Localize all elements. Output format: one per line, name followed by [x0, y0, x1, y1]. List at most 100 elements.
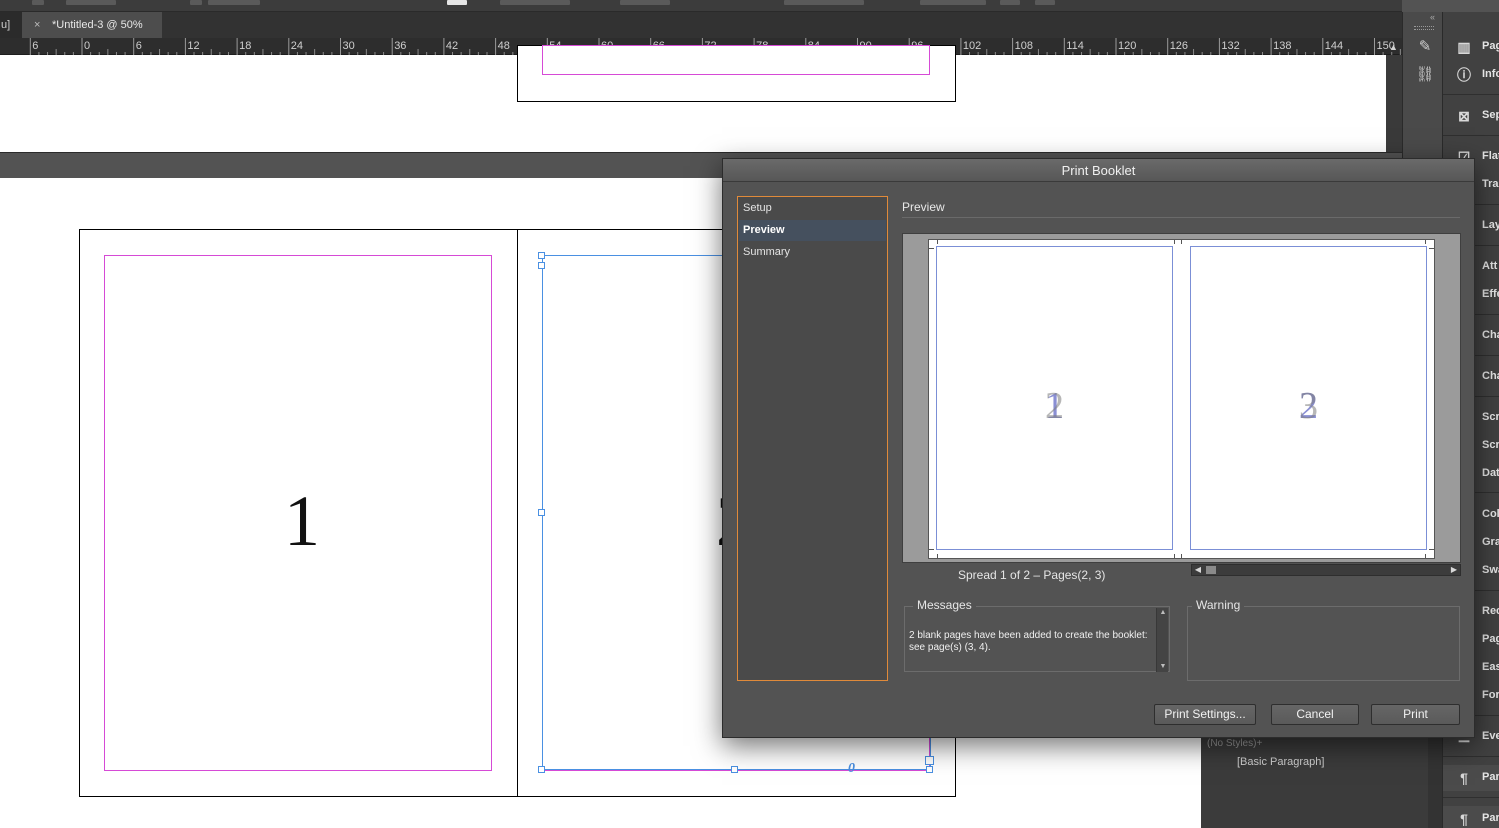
panel-separations[interactable]: ⊠ Sep — [1443, 103, 1499, 129]
ruler-label: 108 — [1015, 40, 1033, 52]
info-icon: ⓘ — [1457, 67, 1471, 83]
panel-label: Gra — [1482, 536, 1499, 548]
panel-label: Pag — [1482, 633, 1499, 645]
control-bar-button[interactable] — [190, 0, 202, 5]
scroll-down-icon[interactable]: ▼ — [1157, 662, 1169, 672]
panel-label: Eve — [1482, 730, 1499, 742]
indesign-window: u] × *Untitled-3 @ 50% 6 0 6 12 18 24 30 36 42 48… — [0, 0, 1499, 828]
control-bar-button[interactable] — [1000, 0, 1020, 5]
print-settings-button[interactable]: Print Settings... — [1154, 704, 1256, 725]
frame-handle[interactable] — [731, 766, 738, 773]
ruler-label: 36 — [394, 40, 406, 52]
spread-label: Spread 1 of 2 – Pages(2, 3) — [958, 568, 1106, 582]
nav-preview[interactable]: Preview — [739, 220, 886, 241]
control-bar-button[interactable] — [32, 0, 44, 5]
panel-label: Rec — [1482, 605, 1499, 617]
ruler-scroll-icon[interactable]: ▲ — [1389, 42, 1398, 52]
warning-legend: Warning — [1192, 598, 1245, 612]
panel-scrollbar[interactable] — [1428, 738, 1442, 828]
tab-label: *Untitled-3 @ 50% — [52, 19, 143, 31]
preview-page-right: 3 2 — [1190, 246, 1427, 550]
control-bar-field[interactable] — [920, 0, 986, 5]
panel-label: Scr — [1482, 411, 1499, 423]
panel-divider — [1443, 94, 1499, 95]
frame-handle[interactable] — [538, 509, 545, 516]
panel-paragraph[interactable]: ¶ Par — [1443, 765, 1499, 791]
frame-handle[interactable] — [926, 766, 933, 773]
page-1[interactable]: 1 — [79, 229, 518, 797]
in-port[interactable] — [538, 262, 545, 269]
control-bar-field[interactable] — [66, 0, 116, 5]
para-styles-row[interactable]: (No Styles)+ — [1207, 738, 1262, 749]
tab-untitled-3[interactable]: × *Untitled-3 @ 50% — [22, 12, 162, 38]
panel-label: Att — [1482, 260, 1498, 272]
paragraph-icon: ¶ — [1460, 770, 1468, 786]
messages-legend: Messages — [913, 598, 976, 612]
ruler-label: 12 — [187, 40, 199, 52]
panel-paragraph-styles[interactable]: ¶ Par — [1443, 806, 1499, 828]
cancel-button[interactable]: Cancel — [1271, 704, 1359, 725]
control-bar-field[interactable] — [208, 0, 260, 5]
collapse-dock-icon[interactable]: « — [1430, 12, 1435, 22]
ruler-label: 42 — [446, 40, 458, 52]
panel-divider — [1443, 135, 1499, 136]
separations-icon: ⊠ — [1458, 108, 1470, 124]
control-bar-button[interactable] — [1035, 0, 1055, 5]
document-tab-bar: u] × *Untitled-3 @ 50% — [0, 12, 1402, 38]
scroll-left-icon[interactable]: ◀ — [1192, 565, 1204, 575]
nav-summary[interactable]: Summary — [739, 242, 886, 263]
scroll-right-icon[interactable]: ▶ — [1448, 565, 1460, 575]
tab-previous-document[interactable]: u] — [0, 12, 22, 38]
ruler-label: 48 — [498, 40, 510, 52]
ruler-label: 6 — [136, 40, 142, 52]
control-bar-field[interactable] — [620, 0, 670, 5]
ruler-label: 0 — [84, 40, 90, 52]
panel-label: Pag — [1482, 40, 1499, 52]
nav-setup[interactable]: Setup — [739, 198, 886, 219]
control-bar-field[interactable] — [784, 0, 864, 5]
panel-label: Info — [1482, 68, 1499, 80]
overset-marker: 0 — [848, 761, 855, 776]
story-editor-icon[interactable]: ✎ — [1415, 38, 1435, 56]
links-icon[interactable]: ⛓ — [1415, 66, 1435, 84]
messages-box: Messages 2 blank pages have been added t… — [904, 598, 1170, 672]
panel-info[interactable]: ⓘ Info — [1443, 62, 1499, 88]
panel-label: Col — [1482, 508, 1499, 520]
panel-divider — [1443, 756, 1499, 757]
tab-label: u] — [1, 19, 11, 31]
panel-label: Cha — [1482, 370, 1499, 382]
out-port[interactable] — [925, 756, 934, 765]
vertical-scrollbar[interactable] — [1386, 55, 1402, 152]
preview-ghost-number: 3 — [1299, 385, 1318, 427]
spread-scrollbar[interactable]: ◀ ▶ — [1191, 564, 1461, 576]
ruler-label: 102 — [963, 40, 981, 52]
messages-scrollbar[interactable]: ▲ ▼ — [1156, 608, 1168, 672]
panel-label: Eas — [1482, 661, 1499, 673]
ruler-label: 132 — [1221, 40, 1239, 52]
grip-icon[interactable] — [1414, 26, 1434, 30]
divider — [902, 217, 1460, 218]
panel-label: Flat — [1482, 150, 1499, 162]
panel-label: Sep — [1482, 109, 1499, 121]
frame-handle[interactable] — [538, 252, 545, 259]
print-button[interactable]: Print — [1371, 704, 1460, 725]
preview-sheet: 2 1 3 2 — [928, 239, 1435, 559]
panel-label: Cha — [1482, 329, 1499, 341]
control-bar-field[interactable] — [500, 0, 570, 5]
para-style-basic[interactable]: [Basic Paragraph] — [1237, 756, 1324, 768]
ruler-label: 6 — [32, 40, 38, 52]
panel-pages[interactable]: ▥ Pag — [1443, 34, 1499, 60]
preview-page-number: 3 2 — [1191, 384, 1426, 428]
fill-swatch[interactable] — [447, 0, 467, 5]
scroll-up-icon[interactable]: ▲ — [1157, 608, 1169, 618]
control-bar — [0, 0, 1402, 12]
pasteboard-upper[interactable] — [0, 45, 1386, 152]
scroll-thumb[interactable] — [1206, 566, 1216, 574]
panel-label: Par — [1482, 812, 1499, 824]
page-number-text[interactable]: 1 — [284, 480, 320, 563]
close-icon[interactable]: × — [34, 12, 40, 38]
panel-label: Scr — [1482, 439, 1499, 451]
panel-label: Lay — [1482, 219, 1499, 231]
dialog-section-list: Setup Preview Summary — [737, 196, 888, 681]
frame-handle[interactable] — [538, 766, 545, 773]
